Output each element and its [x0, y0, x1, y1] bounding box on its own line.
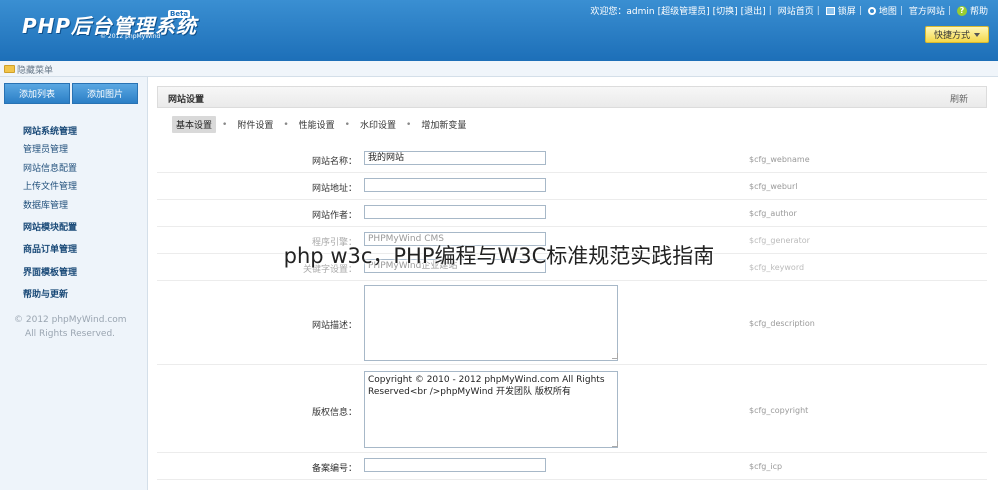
lock-screen-icon: [825, 6, 835, 15]
chevron-down-icon: [974, 32, 980, 37]
sidebar: 添加列表 添加图片 网站系统管理 管理员管理 网站信息配置 上传文件管理 数据库…: [0, 77, 148, 490]
sidebar-item-modules[interactable]: 网站模块配置: [23, 220, 77, 233]
form-row: 网站作者： $cfg_author: [157, 200, 987, 227]
switch-link[interactable]: [切换]: [713, 4, 738, 17]
variable-name: $cfg_description: [749, 319, 815, 328]
divider: |: [947, 5, 951, 16]
variable-name: $cfg_webname: [749, 155, 810, 164]
icp-input[interactable]: [364, 458, 546, 472]
lock-screen-link[interactable]: 锁屏: [838, 4, 856, 17]
add-list-button[interactable]: 添加列表: [4, 83, 70, 104]
variable-name: $cfg_icp: [749, 462, 783, 471]
field-label: 网站名称：: [311, 157, 357, 167]
divider: |: [816, 5, 820, 16]
hide-menu-link[interactable]: 隐藏菜单: [17, 63, 53, 76]
form-row: 备案编号： $cfg_icp: [157, 453, 987, 480]
resize-handle-icon[interactable]: [612, 353, 618, 359]
top-toolbar: 欢迎您：admin [超级管理员] [切换] [退出] | 网站首页 | 锁屏 …: [587, 4, 988, 17]
site-home-link[interactable]: 网站首页: [778, 4, 814, 17]
textarea-line: Reserved<br />phpMyWind 开发团队 版权所有: [368, 387, 571, 397]
form-row: 版权信息： Copyright © 2010 - 2012 phpMyWind.…: [157, 365, 987, 453]
tab-separator: •: [344, 119, 350, 130]
divider: |: [899, 5, 903, 16]
sidebar-item-site-info[interactable]: 网站信息配置: [23, 161, 77, 174]
variable-name: $cfg_author: [749, 209, 797, 218]
sub-bar: 隐藏菜单: [0, 61, 998, 77]
role-link[interactable]: [超级管理员]: [658, 4, 710, 17]
add-image-button[interactable]: 添加图片: [72, 83, 138, 104]
refresh-link[interactable]: 刷新: [950, 92, 968, 105]
sidebar-item-admins[interactable]: 管理员管理: [23, 142, 68, 155]
overlay-caption: php w3c，PHP编程与W3C标准规范实践指南: [283, 244, 715, 268]
copyright-line: © 2012 phpMyWind.com: [14, 315, 127, 325]
tab-attachment[interactable]: 附件设置: [233, 116, 277, 133]
sidebar-item-system[interactable]: 网站系统管理: [23, 124, 77, 137]
logo-copyright: © 2012 phpMyWind: [100, 33, 161, 40]
help-link[interactable]: 帮助: [970, 4, 988, 17]
tab-separator: •: [222, 119, 228, 130]
textarea-line: Copyright © 2010 - 2012 phpMyWind.com Al…: [368, 375, 605, 385]
sidebar-item-help-update[interactable]: 帮助与更新: [23, 287, 68, 300]
quick-access-dropdown[interactable]: 快捷方式: [925, 26, 989, 43]
sidebar-item-database[interactable]: 数据库管理: [23, 198, 68, 211]
site-author-input[interactable]: [364, 205, 546, 219]
copyright-textarea[interactable]: Copyright © 2010 - 2012 phpMyWind.com Al…: [364, 371, 618, 448]
field-label: 备案编号：: [311, 464, 357, 474]
page-title: 网站设置: [168, 95, 205, 105]
logout-link[interactable]: [退出]: [741, 4, 766, 17]
folder-icon: [4, 65, 15, 73]
description-textarea[interactable]: [364, 285, 618, 361]
beta-badge: Beta: [168, 10, 191, 18]
divider: |: [768, 5, 772, 16]
settings-tabs: 基本设置 • 附件设置 • 性能设置 • 水印设置 • 增加新变量: [172, 116, 470, 133]
official-site-link[interactable]: 官方网站: [909, 4, 945, 17]
form-row: 网站名称： 我的网站 $cfg_webname: [157, 146, 987, 173]
resize-handle-icon[interactable]: [612, 441, 618, 447]
form-row: 网站地址： $cfg_weburl: [157, 173, 987, 200]
help-icon: ?: [956, 5, 967, 16]
tab-watermark[interactable]: 水印设置: [356, 116, 400, 133]
tab-separator: •: [283, 119, 289, 130]
copyright-line: All Rights Reserved.: [25, 329, 116, 339]
tab-basic[interactable]: 基本设置: [172, 116, 217, 133]
tab-separator: •: [406, 119, 412, 130]
header: PHP后台管理系统 Beta © 2012 phpMyWind 欢迎您：admi…: [0, 0, 998, 61]
field-label: 网站地址：: [311, 184, 357, 194]
sidebar-copyright: © 2012 phpMyWind.com All Rights Reserved…: [14, 313, 127, 341]
sidebar-item-uploads[interactable]: 上传文件管理: [23, 179, 77, 192]
tab-add-variable[interactable]: 增加新变量: [417, 116, 470, 133]
field-label: 网站作者：: [311, 211, 357, 221]
panel-header: 网站设置 刷新: [157, 86, 987, 108]
sitemap-link[interactable]: 地图: [879, 4, 897, 17]
site-name-input[interactable]: 我的网站: [364, 151, 546, 165]
tab-performance[interactable]: 性能设置: [295, 116, 339, 133]
divider: |: [858, 5, 862, 16]
variable-name: $cfg_weburl: [749, 182, 798, 191]
field-label: 版权信息：: [311, 408, 357, 418]
site-url-input[interactable]: [364, 178, 546, 192]
field-label: 网站描述：: [311, 321, 357, 331]
welcome-text: 欢迎您：admin: [590, 7, 655, 17]
variable-name: $cfg_copyright: [749, 406, 809, 415]
form-row: 网站描述： $cfg_description: [157, 281, 987, 365]
quick-access-label: 快捷方式: [933, 31, 970, 41]
map-icon: [867, 6, 876, 15]
